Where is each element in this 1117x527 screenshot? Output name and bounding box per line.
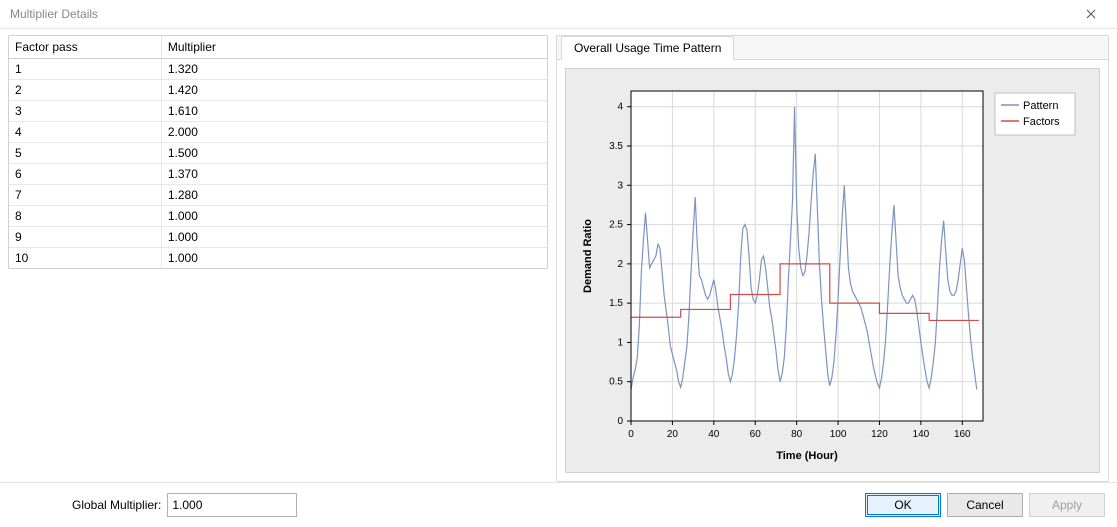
cell-multiplier[interactable]: 1.610: [161, 101, 547, 122]
cell-multiplier[interactable]: 1.280: [161, 185, 547, 206]
svg-text:2.5: 2.5: [609, 219, 623, 230]
table-row[interactable]: 31.610: [9, 101, 547, 122]
chart-pane: Overall Usage Time Pattern 0204060801001…: [556, 35, 1109, 482]
table-row[interactable]: 71.280: [9, 185, 547, 206]
chart-plate: 0 20 40 60 80 100 120 140 160 0 0.5 1 1.5 2 2.5 3 3.5 4 Ti…: [565, 68, 1100, 473]
svg-text:3.5: 3.5: [609, 141, 623, 152]
cell-factor-pass[interactable]: 1: [9, 59, 161, 80]
cell-multiplier[interactable]: 1.000: [161, 248, 547, 269]
svg-text:60: 60: [749, 429, 761, 440]
ok-button[interactable]: OK: [865, 493, 941, 517]
titlebar: Multiplier Details: [0, 0, 1117, 29]
svg-text:1: 1: [617, 337, 623, 348]
cell-multiplier[interactable]: 1.500: [161, 143, 547, 164]
svg-text:140: 140: [912, 429, 929, 440]
svg-text:100: 100: [829, 429, 846, 440]
multiplier-details-window: Multiplier Details Factor pass Multiplie…: [0, 0, 1117, 527]
svg-text:2: 2: [617, 258, 623, 269]
cell-multiplier[interactable]: 1.370: [161, 164, 547, 185]
cell-multiplier[interactable]: 1.000: [161, 206, 547, 227]
content: Factor pass Multiplier 11.32021.42031.61…: [0, 29, 1117, 527]
cell-factor-pass[interactable]: 8: [9, 206, 161, 227]
cell-factor-pass[interactable]: 6: [9, 164, 161, 185]
table-row[interactable]: 51.500: [9, 143, 547, 164]
global-multiplier-label: Global Multiplier:: [72, 498, 161, 512]
close-icon: [1086, 9, 1096, 19]
table-row[interactable]: 61.370: [9, 164, 547, 185]
footer: Global Multiplier: OK Cancel Apply: [0, 482, 1117, 527]
table-row[interactable]: 81.000: [9, 206, 547, 227]
svg-text:160: 160: [953, 429, 970, 440]
svg-text:0: 0: [617, 416, 623, 427]
tab-container: Overall Usage Time Pattern 0204060801001…: [556, 35, 1109, 482]
cell-factor-pass[interactable]: 10: [9, 248, 161, 269]
table-pane: Factor pass Multiplier 11.32021.42031.61…: [8, 35, 548, 482]
table-row[interactable]: 11.320: [9, 59, 547, 80]
cell-factor-pass[interactable]: 7: [9, 185, 161, 206]
cell-multiplier[interactable]: 1.320: [161, 59, 547, 80]
svg-text:3: 3: [617, 180, 623, 191]
close-button[interactable]: [1071, 0, 1111, 28]
table-row[interactable]: 91.000: [9, 227, 547, 248]
table-row[interactable]: 101.000: [9, 248, 547, 269]
tab-content: 0 20 40 60 80 100 120 140 160 0 0.5 1 1.5 2 2.5 3 3.5 4 Ti…: [557, 59, 1108, 481]
cell-factor-pass[interactable]: 3: [9, 101, 161, 122]
tab-overall-usage[interactable]: Overall Usage Time Pattern: [561, 36, 734, 60]
svg-text:0: 0: [628, 429, 634, 440]
table-header-row: Factor pass Multiplier: [9, 36, 547, 59]
multiplier-grid[interactable]: Factor pass Multiplier 11.32021.42031.61…: [8, 35, 548, 269]
table-row[interactable]: 21.420: [9, 80, 547, 101]
svg-text:Factors: Factors: [1023, 116, 1060, 128]
table-row[interactable]: 42.000: [9, 122, 547, 143]
svg-text:Demand Ratio: Demand Ratio: [582, 218, 594, 292]
svg-text:Pattern: Pattern: [1023, 100, 1058, 112]
cell-factor-pass[interactable]: 5: [9, 143, 161, 164]
svg-text:40: 40: [708, 429, 720, 440]
svg-text:80: 80: [791, 429, 803, 440]
col-multiplier[interactable]: Multiplier: [161, 36, 547, 59]
cancel-button[interactable]: Cancel: [947, 493, 1023, 517]
svg-text:Time (Hour): Time (Hour): [776, 450, 838, 462]
window-title: Multiplier Details: [10, 7, 1071, 21]
apply-button[interactable]: Apply: [1029, 493, 1105, 517]
cell-factor-pass[interactable]: 2: [9, 80, 161, 101]
svg-text:20: 20: [666, 429, 678, 440]
svg-text:4: 4: [617, 101, 623, 112]
cell-multiplier[interactable]: 2.000: [161, 122, 547, 143]
tabstrip: Overall Usage Time Pattern: [557, 35, 1108, 59]
cell-multiplier[interactable]: 1.420: [161, 80, 547, 101]
usage-chart: 0 20 40 60 80 100 120 140 160 0 0.5 1 1.5 2 2.5 3 3.5 4 Ti…: [573, 71, 1093, 471]
svg-text:120: 120: [871, 429, 888, 440]
main-area: Factor pass Multiplier 11.32021.42031.61…: [0, 29, 1117, 482]
svg-text:0.5: 0.5: [609, 376, 623, 387]
cell-factor-pass[interactable]: 9: [9, 227, 161, 248]
global-multiplier-input[interactable]: [167, 493, 297, 517]
col-factor-pass[interactable]: Factor pass: [9, 36, 161, 59]
cell-multiplier[interactable]: 1.000: [161, 227, 547, 248]
cell-factor-pass[interactable]: 4: [9, 122, 161, 143]
svg-text:1.5: 1.5: [609, 298, 623, 309]
